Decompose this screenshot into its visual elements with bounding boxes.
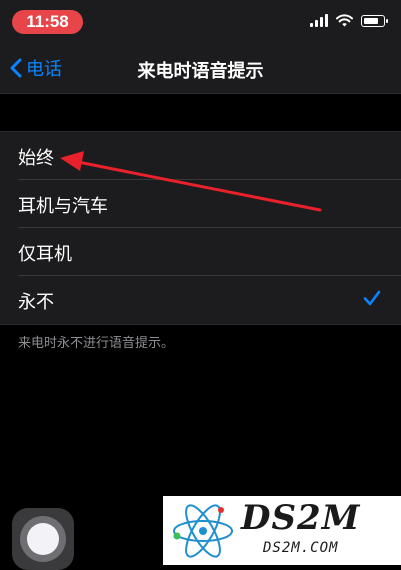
option-label: 耳机与汽车 [18,196,108,217]
watermark: DS2M DS2M.COM [163,496,401,565]
option-always[interactable]: 始终 [0,132,401,180]
wifi-icon [336,14,353,27]
status-icons [310,14,388,27]
status-time: 11:58 [12,10,83,34]
watermark-subtitle: DS2M.COM [263,540,339,556]
option-headphones-only[interactable]: 仅耳机 [0,228,401,276]
cellular-signal-icon [310,14,328,27]
option-label: 仅耳机 [18,244,72,265]
checkmark-icon [363,290,381,306]
option-never[interactable]: 永不 [0,276,401,324]
battery-icon [361,15,388,27]
atom-logo-icon [173,504,233,558]
watermark-title: DS2M [241,498,361,538]
option-headphones-and-car[interactable]: 耳机与汽车 [0,180,401,228]
assistive-touch-button[interactable] [12,508,74,570]
section-spacer [0,94,401,131]
navigation-bar: 电话 来电时语音提示 [0,42,401,94]
options-list: 始终 耳机与汽车 仅耳机 永不 [0,131,401,325]
page-title: 来电时语音提示 [137,61,264,82]
status-bar: 11:58 [0,0,401,42]
option-label: 永不 [18,292,54,313]
option-label: 始终 [18,148,54,169]
footnote: 来电时永不进行语音提示。 [18,336,175,351]
